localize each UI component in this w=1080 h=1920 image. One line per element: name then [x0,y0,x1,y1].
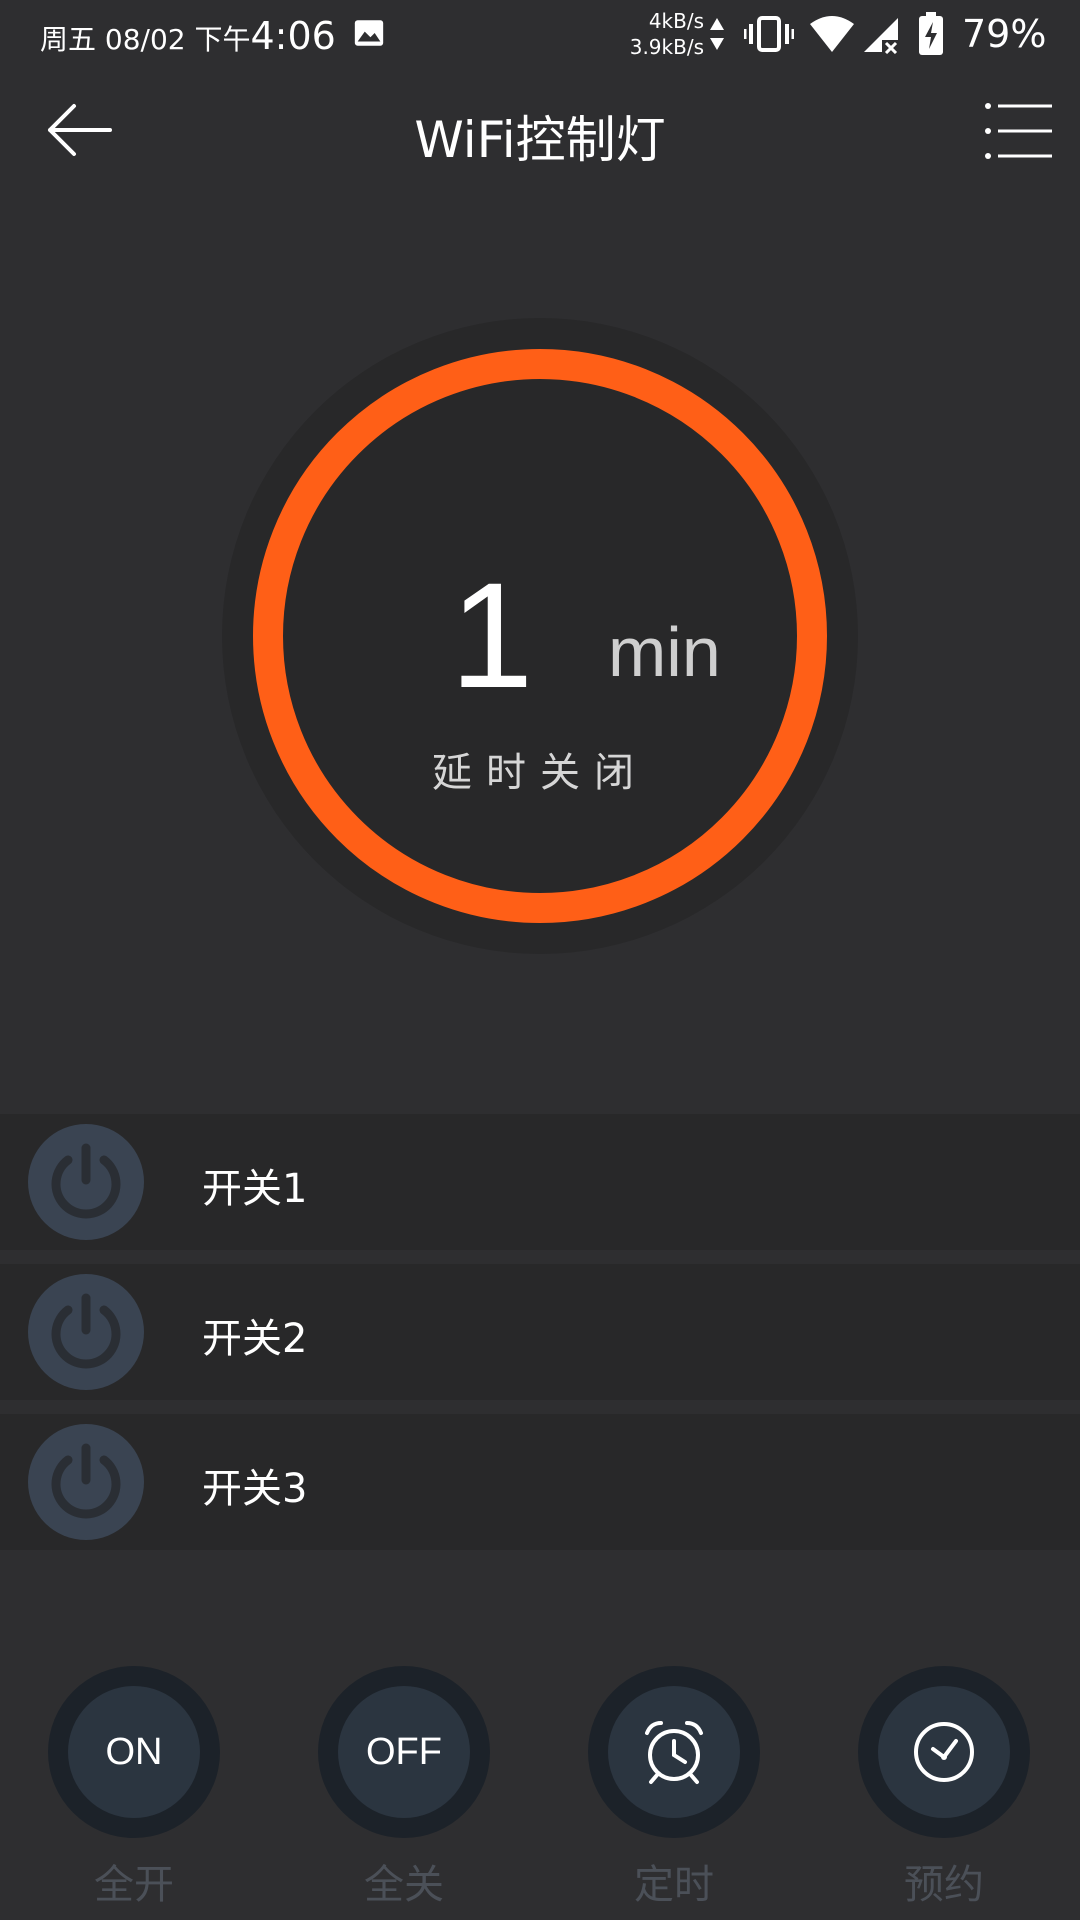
battery-charging-icon [919,12,943,55]
timer-button[interactable]: 定时 [588,1666,760,1908]
all-on-button[interactable]: ON 全开 [48,1666,220,1908]
power-icon[interactable] [28,1274,144,1390]
wifi-icon [810,16,854,52]
app-header: WiFi控制灯 [0,70,1080,194]
clock-icon [914,1722,974,1782]
network-speed-down: 3.9kB/s [629,35,704,59]
timer-label: 延时关闭 [432,750,648,796]
timer-ring [222,318,858,954]
vibrate-icon [744,16,794,52]
switch-label: 开关3 [202,1466,308,1512]
timer-value: 1 [450,551,534,719]
alarm-clock-icon [645,1721,703,1784]
all-on-caption: 全开 [94,1862,174,1908]
menu-list-icon[interactable] [984,100,1054,162]
status-bar: 周五 08/02 下午4:06 4kB/s 3.9kB/s 79% [0,0,1080,70]
switch-row-1[interactable]: 开关1 [0,1114,1080,1250]
battery-percent: 79% [962,12,1047,56]
image-notification-icon [354,20,384,46]
network-speed: 4kB/s 3.9kB/s [626,8,704,60]
off-icon[interactable]: OFF [338,1686,470,1818]
timer-button-inner[interactable] [608,1686,740,1818]
page-title: WiFi控制灯 [414,111,666,169]
switch-label: 开关1 [202,1166,308,1212]
timer-gauge [222,318,858,954]
back-arrow-icon[interactable] [44,100,114,160]
cell-signal-icon [864,18,898,54]
status-datetime: 周五 08/02 下午4:06 [40,14,336,58]
status-date: 周五 08/02 下午 [40,23,251,56]
timer-unit: min [608,613,721,691]
switch-label: 开关2 [202,1316,308,1362]
switch-row-3[interactable]: 开关3 [0,1414,1080,1550]
power-icon[interactable] [28,1424,144,1540]
schedule-button[interactable]: 预约 [858,1666,1030,1908]
schedule-button-inner[interactable] [878,1686,1010,1818]
all-off-button[interactable]: OFF 全关 [318,1666,490,1908]
data-arrows-icon [710,18,724,50]
all-off-caption: 全关 [364,1862,444,1908]
power-icon[interactable] [28,1124,144,1240]
status-time: 4:06 [250,14,336,58]
switch-row-2[interactable]: 开关2 [0,1264,1080,1400]
on-icon[interactable]: ON [68,1686,200,1818]
schedule-caption: 预约 [904,1862,984,1908]
timer-caption: 定时 [634,1862,714,1908]
network-speed-up: 4kB/s [648,9,704,33]
